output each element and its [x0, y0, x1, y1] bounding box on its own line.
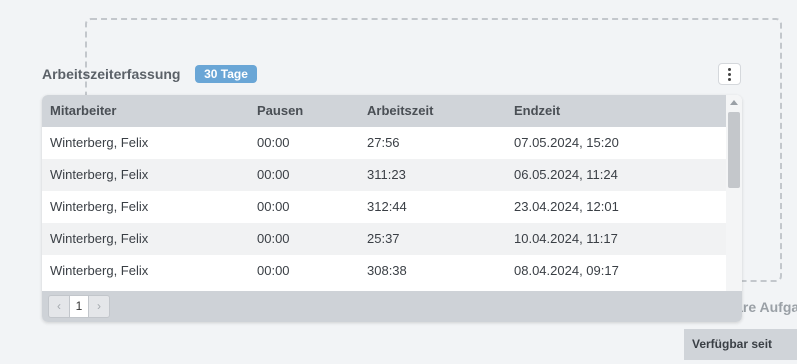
column-header-arbeitszeit[interactable]: Arbeitszeit — [367, 95, 433, 127]
cell-endzeit: 07.05.2024, 15:20 — [514, 135, 619, 150]
widget-menu-button[interactable] — [718, 63, 741, 85]
cell-endzeit: 23.04.2024, 12:01 — [514, 199, 619, 214]
table-row[interactable]: Winterberg, Felix 00:00 25:37 10.04.2024… — [42, 223, 726, 255]
pagination: ‹ 1 › — [48, 295, 110, 318]
page-button-current[interactable]: 1 — [69, 296, 89, 317]
cell-mitarbeiter: Winterberg, Felix — [50, 231, 149, 246]
cell-endzeit: 08.04.2024, 09:17 — [514, 263, 619, 278]
column-header-pausen[interactable]: Pausen — [257, 95, 303, 127]
widget-title: Arbeitszeiterfassung — [42, 66, 181, 82]
next-page-button[interactable]: › — [89, 296, 109, 317]
cell-arbeitszeit: 27:56 — [367, 135, 400, 150]
cell-mitarbeiter: Winterberg, Felix — [50, 135, 149, 150]
cell-arbeitszeit: 311:23 — [367, 167, 406, 182]
vertical-dots-icon — [728, 67, 731, 71]
column-header-verfuegbar-seit[interactable]: Verfügbar seit — [684, 329, 797, 360]
time-tracking-table: Mitarbeiter Pausen Arbeitszeit Endzeit W… — [42, 95, 742, 322]
table-footer: ‹ 1 › — [42, 291, 742, 322]
scrollbar-thumb[interactable] — [728, 112, 740, 188]
table-row[interactable]: Winterberg, Felix 00:00 308:38 08.04.202… — [42, 255, 726, 287]
cell-arbeitszeit: 312:44 — [367, 199, 407, 214]
cell-arbeitszeit: 308:38 — [367, 263, 407, 278]
column-header-mitarbeiter[interactable]: Mitarbeiter — [50, 95, 116, 127]
cell-arbeitszeit: 25:37 — [367, 231, 400, 246]
period-badge: 30 Tage — [195, 65, 257, 83]
cell-pausen: 00:00 — [257, 199, 290, 214]
cell-pausen: 00:00 — [257, 135, 290, 150]
scroll-up-arrow-icon[interactable] — [730, 100, 738, 105]
vertical-scrollbar[interactable] — [726, 95, 742, 291]
column-header-endzeit[interactable]: Endzeit — [514, 95, 560, 127]
cell-mitarbeiter: Winterberg, Felix — [50, 199, 149, 214]
cell-mitarbeiter: Winterberg, Felix — [50, 167, 149, 182]
cell-endzeit: 06.05.2024, 11:24 — [514, 167, 618, 182]
table-row[interactable]: Winterberg, Felix 00:00 27:56 07.05.2024… — [42, 127, 726, 159]
table-header: Mitarbeiter Pausen Arbeitszeit Endzeit — [42, 95, 726, 127]
cell-pausen: 00:00 — [257, 263, 290, 278]
cell-mitarbeiter: Winterberg, Felix — [50, 263, 149, 278]
cell-pausen: 00:00 — [257, 231, 290, 246]
prev-page-button[interactable]: ‹ — [49, 296, 69, 317]
table-row[interactable]: Winterberg, Felix 00:00 312:44 23.04.202… — [42, 191, 726, 223]
cell-pausen: 00:00 — [257, 167, 290, 182]
cell-endzeit: 10.04.2024, 11:17 — [514, 231, 618, 246]
table-row[interactable]: Winterberg, Felix 00:00 311:23 06.05.202… — [42, 159, 726, 191]
